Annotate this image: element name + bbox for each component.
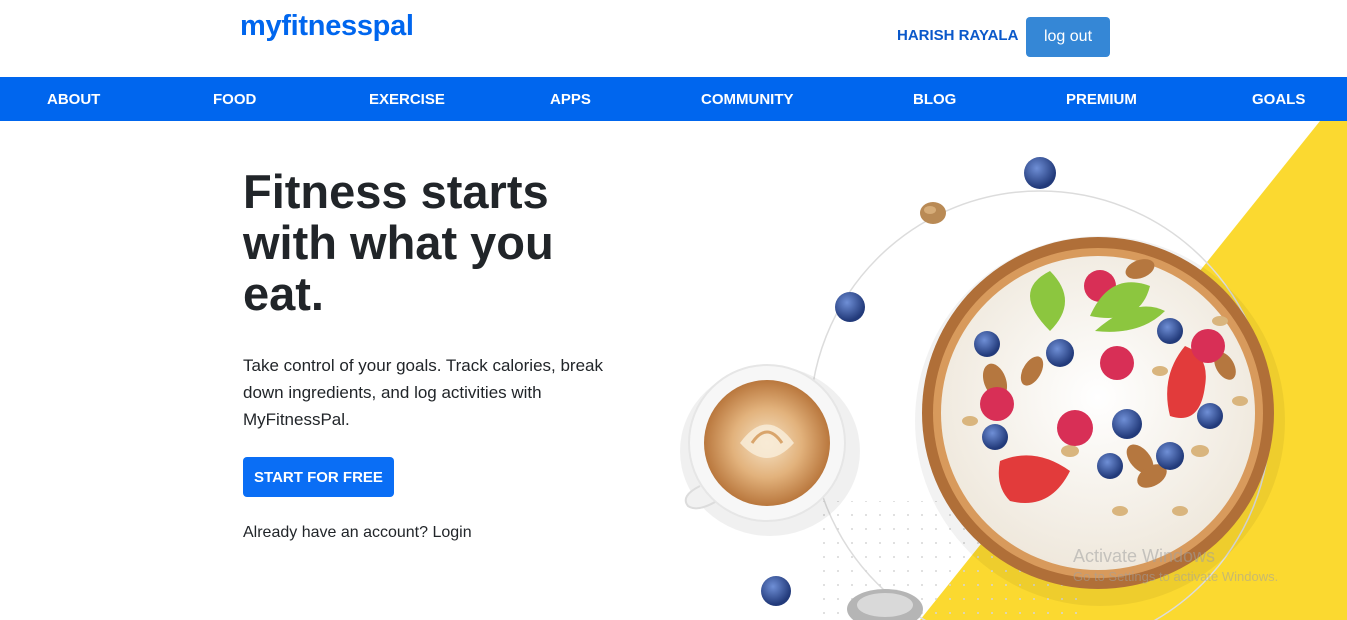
blueberry: [1024, 157, 1056, 189]
blueberry: [835, 292, 865, 322]
nav-item-premium[interactable]: PREMIUM: [1066, 91, 1137, 108]
raspberry: [1100, 346, 1134, 380]
nav-item-exercise[interactable]: EXERCISE: [369, 91, 445, 108]
raspberry: [1057, 410, 1093, 446]
nav-item-community[interactable]: COMMUNITY: [701, 91, 794, 108]
site-logo[interactable]: myfitnesspal: [240, 10, 414, 43]
login-prompt[interactable]: Already have an account? Login: [243, 524, 472, 542]
nav-item-blog[interactable]: BLOG: [913, 91, 956, 108]
logout-button[interactable]: log out: [1026, 17, 1110, 57]
nav-item-about[interactable]: ABOUT: [47, 91, 100, 108]
blueberry: [761, 576, 791, 606]
hero-food-image: [640, 121, 1347, 620]
start-for-free-button[interactable]: START FOR FREE: [243, 457, 394, 497]
hero-title: Fitness starts with what you eat.: [243, 165, 554, 320]
nav-item-food[interactable]: FOOD: [213, 91, 256, 108]
nav-item-goals[interactable]: GOALS: [1252, 91, 1305, 108]
top-header: myfitnesspal HARISH RAYALA log out: [0, 0, 1347, 77]
main-nav: ABOUT FOOD EXERCISE APPS COMMUNITY BLOG …: [0, 77, 1347, 121]
user-name[interactable]: HARISH RAYALA: [897, 27, 1018, 44]
nav-item-apps[interactable]: APPS: [550, 91, 591, 108]
food-illustration: [680, 121, 1347, 620]
hero-description: Take control of your goals. Track calori…: [243, 356, 603, 429]
raspberry: [1191, 329, 1225, 363]
raspberry: [980, 387, 1014, 421]
